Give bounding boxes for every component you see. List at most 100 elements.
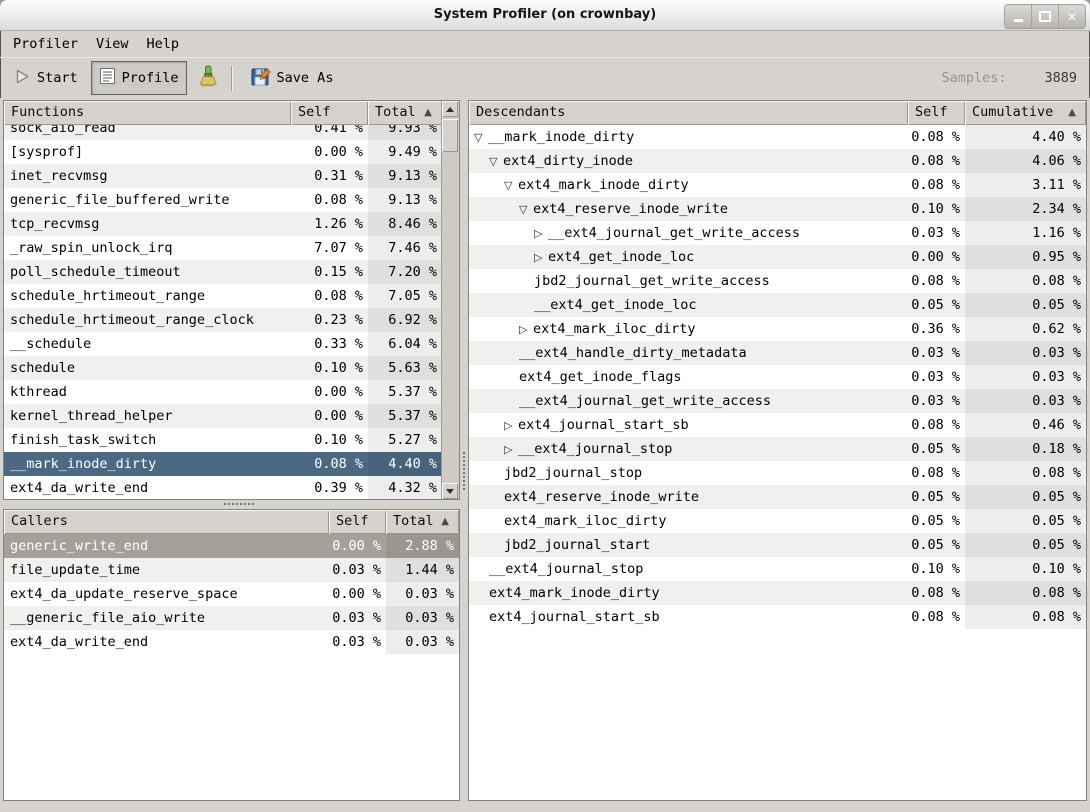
function-name: ext4_reserve_inode_write — [469, 485, 908, 509]
tree-row[interactable]: ▽ext4_reserve_inode_write0.10 %2.34 % — [469, 197, 1086, 221]
tree-row[interactable]: ▷__ext4_journal_stop0.05 %0.18 % — [469, 437, 1086, 461]
expander-closed-icon[interactable]: ▷ — [504, 414, 518, 437]
total-column-header[interactable]: ▲Total — [368, 101, 442, 125]
table-row[interactable]: schedule_hrtimeout_range_clock0.23 %6.92… — [4, 308, 442, 332]
expander-open-icon[interactable]: ▽ — [474, 126, 488, 149]
table-row[interactable]: __mark_inode_dirty0.08 %4.40 % — [4, 452, 442, 476]
function-name: schedule_hrtimeout_range — [4, 284, 291, 308]
self-column-header[interactable]: Self — [329, 510, 386, 534]
table-row[interactable]: poll_schedule_timeout0.15 %7.20 % — [4, 260, 442, 284]
table-row[interactable]: schedule0.10 %5.63 % — [4, 356, 442, 380]
table-row[interactable]: sock_aio_read0.41 %9.93 % — [4, 125, 442, 140]
tree-row[interactable]: ext4_mark_iloc_dirty0.05 %0.05 % — [469, 509, 1086, 533]
expander-open-icon[interactable]: ▽ — [519, 198, 533, 221]
tree-row[interactable]: ▷ext4_get_inode_loc0.00 %0.95 % — [469, 245, 1086, 269]
callers-column-header[interactable]: Callers — [4, 510, 329, 534]
reset-button[interactable] — [194, 61, 222, 95]
table-row[interactable]: kthread0.00 %5.37 % — [4, 380, 442, 404]
tree-row[interactable]: ▷__ext4_journal_get_write_access0.03 %1.… — [469, 221, 1086, 245]
menu-profiler[interactable]: Profiler — [4, 34, 87, 54]
start-button[interactable]: Start — [7, 63, 85, 94]
self-column-header[interactable]: Self — [291, 101, 368, 125]
total-value: 9.93 % — [368, 125, 442, 140]
tree-row[interactable]: ext4_reserve_inode_write0.05 %0.05 % — [469, 485, 1086, 509]
expander-open-icon[interactable]: ▽ — [504, 174, 518, 197]
tree-row[interactable]: ▽__mark_inode_dirty0.08 %4.40 % — [469, 125, 1086, 149]
descendants-column-header[interactable]: Descendants — [469, 101, 908, 125]
tree-row[interactable]: ext4_get_inode_flags0.03 %0.03 % — [469, 365, 1086, 389]
self-value: 0.10 % — [291, 356, 368, 380]
self-value: 0.00 % — [291, 380, 368, 404]
expander-open-icon[interactable]: ▽ — [489, 150, 503, 173]
self-column-header[interactable]: Self — [908, 101, 965, 125]
profile-toggle-button[interactable]: Profile — [91, 61, 187, 95]
toolbar: Start Profile Save As Samples: 3889 — [0, 57, 1090, 98]
cumulative-value: 0.18 % — [965, 437, 1086, 461]
table-row[interactable]: schedule_hrtimeout_range0.08 %7.05 % — [4, 284, 442, 308]
self-value: 0.05 % — [908, 509, 965, 533]
tree-row[interactable]: jbd2_journal_stop0.08 %0.08 % — [469, 461, 1086, 485]
cumulative-value: 0.08 % — [965, 269, 1086, 293]
functions-vertical-scrollbar[interactable] — [441, 101, 459, 499]
expander-closed-icon[interactable]: ▷ — [504, 438, 518, 461]
tree-row[interactable]: jbd2_journal_get_write_access0.08 %0.08 … — [469, 269, 1086, 293]
table-row[interactable]: __schedule0.33 %6.04 % — [4, 332, 442, 356]
table-row[interactable]: ext4_da_write_end0.03 %0.03 % — [4, 630, 459, 654]
cumulative-value: 0.05 % — [965, 509, 1086, 533]
tree-row[interactable]: ext4_journal_start_sb0.08 %0.08 % — [469, 605, 1086, 629]
table-row[interactable]: kernel_thread_helper0.00 %5.37 % — [4, 404, 442, 428]
table-row[interactable]: _raw_spin_unlock_irq7.07 %7.46 % — [4, 236, 442, 260]
function-name: _raw_spin_unlock_irq — [4, 236, 291, 260]
tree-row[interactable]: __ext4_handle_dirty_metadata0.03 %0.03 % — [469, 341, 1086, 365]
table-row[interactable]: file_update_time0.03 %1.44 % — [4, 558, 459, 582]
menu-view[interactable]: View — [87, 34, 138, 54]
horizontal-splitter[interactable] — [3, 500, 460, 509]
self-value: 0.03 % — [329, 558, 386, 582]
table-row[interactable]: generic_write_end0.00 %2.88 % — [4, 534, 459, 558]
tree-row[interactable]: __ext4_journal_get_write_access0.03 %0.0… — [469, 389, 1086, 413]
functions-column-header[interactable]: Functions — [4, 101, 291, 125]
scroll-up-button[interactable] — [442, 101, 458, 117]
vertical-splitter[interactable] — [460, 100, 468, 801]
table-row[interactable]: ext4_da_write_end0.39 %4.32 % — [4, 476, 442, 499]
tree-row[interactable]: jbd2_journal_start0.05 %0.05 % — [469, 533, 1086, 557]
self-value: 0.33 % — [291, 332, 368, 356]
maximize-button[interactable] — [1031, 5, 1058, 28]
tree-row[interactable]: __ext4_get_inode_loc0.05 %0.05 % — [469, 293, 1086, 317]
function-name: ▷ext4_journal_start_sb — [469, 413, 908, 437]
scrollbar-thumb[interactable] — [442, 119, 458, 152]
close-button[interactable]: ✕ — [1058, 5, 1085, 28]
save-as-button[interactable]: Save As — [244, 62, 341, 95]
self-value: 0.03 % — [908, 221, 965, 245]
minimize-button[interactable] — [1005, 5, 1031, 28]
tree-row[interactable]: __ext4_journal_stop0.10 %0.10 % — [469, 557, 1086, 581]
table-row[interactable]: ext4_da_update_reserve_space0.00 %0.03 % — [4, 582, 459, 606]
self-value: 0.03 % — [908, 389, 965, 413]
self-value: 0.08 % — [291, 284, 368, 308]
menu-help[interactable]: Help — [138, 34, 189, 54]
expander-closed-icon[interactable]: ▷ — [519, 318, 533, 341]
tree-row[interactable]: ▽ext4_mark_inode_dirty0.08 %3.11 % — [469, 173, 1086, 197]
self-value: 0.08 % — [908, 149, 965, 173]
tree-row[interactable]: ext4_mark_inode_dirty0.08 %0.08 % — [469, 581, 1086, 605]
table-row[interactable]: inet_recvmsg0.31 %9.13 % — [4, 164, 442, 188]
table-row[interactable]: generic_file_buffered_write0.08 %9.13 % — [4, 188, 442, 212]
arrow-down-icon — [446, 489, 454, 494]
arrow-up-icon — [446, 107, 454, 112]
table-row[interactable]: tcp_recvmsg1.26 %8.46 % — [4, 212, 442, 236]
total-value: 4.32 % — [368, 476, 442, 499]
table-row[interactable]: [sysprof]0.00 %9.49 % — [4, 140, 442, 164]
tree-row[interactable]: ▷ext4_mark_iloc_dirty0.36 %0.62 % — [469, 317, 1086, 341]
total-column-header[interactable]: ▲Total — [386, 510, 459, 534]
cumulative-column-header[interactable]: ▲Cumulative — [965, 101, 1086, 125]
scroll-down-button[interactable] — [442, 483, 458, 499]
table-row[interactable]: finish_task_switch0.10 %5.27 % — [4, 428, 442, 452]
tree-row[interactable]: ▽ext4_dirty_inode0.08 %4.06 % — [469, 149, 1086, 173]
main-content: Functions Self ▲Total sock_aio_read0.41 … — [0, 98, 1090, 812]
table-row[interactable]: __generic_file_aio_write0.03 %0.03 % — [4, 606, 459, 630]
functions-panel: Functions Self ▲Total sock_aio_read0.41 … — [3, 100, 460, 500]
expander-closed-icon[interactable]: ▷ — [534, 222, 548, 245]
tree-row[interactable]: ▷ext4_journal_start_sb0.08 %0.46 % — [469, 413, 1086, 437]
expander-closed-icon[interactable]: ▷ — [534, 246, 548, 269]
menubar: Profiler View Help — [0, 30, 1090, 57]
